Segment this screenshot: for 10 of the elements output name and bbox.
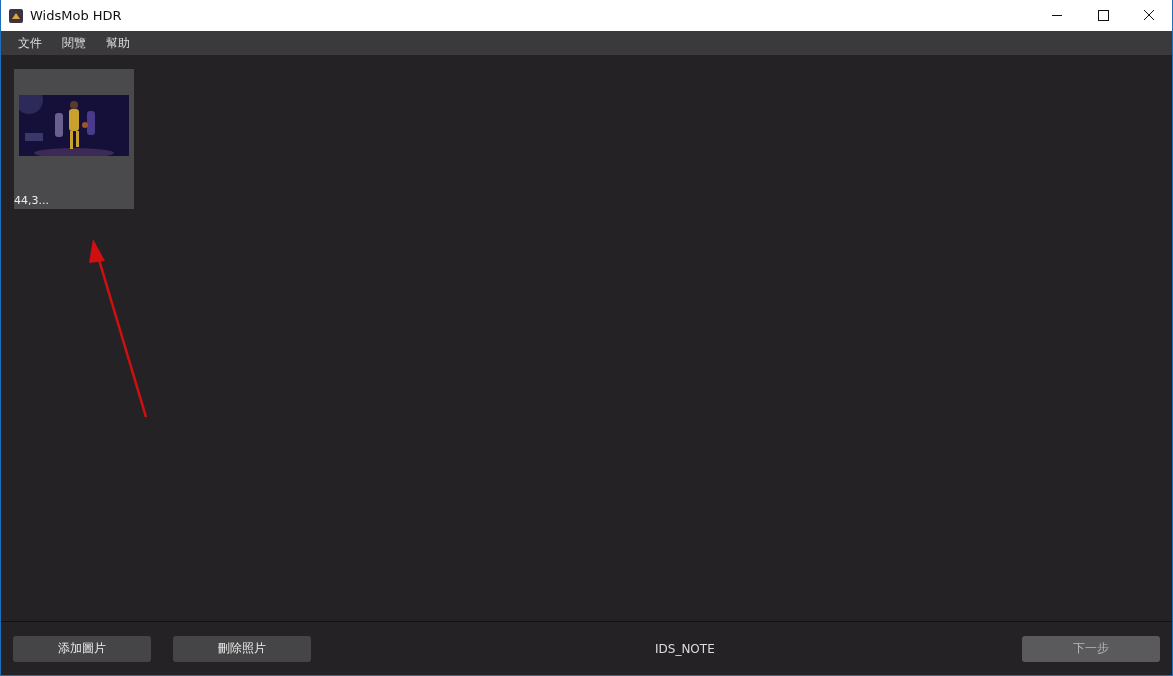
menu-item[interactable]: 幫助 <box>97 34 139 52</box>
menu-item[interactable]: 閱覽 <box>53 34 95 52</box>
window-title: WidsMob HDR <box>30 8 122 23</box>
action-button[interactable]: 刪除照片 <box>173 635 311 662</box>
thumbnail-tile[interactable]: 44,3... <box>14 69 134 209</box>
app-logo-icon <box>9 8 23 23</box>
menu-item[interactable]: 文件 <box>9 34 51 52</box>
action-button[interactable]: 添加圖片 <box>13 635 151 662</box>
thumbnail-label: 44,3... <box>14 194 49 209</box>
status-note: IDS_NOTE <box>655 641 715 656</box>
